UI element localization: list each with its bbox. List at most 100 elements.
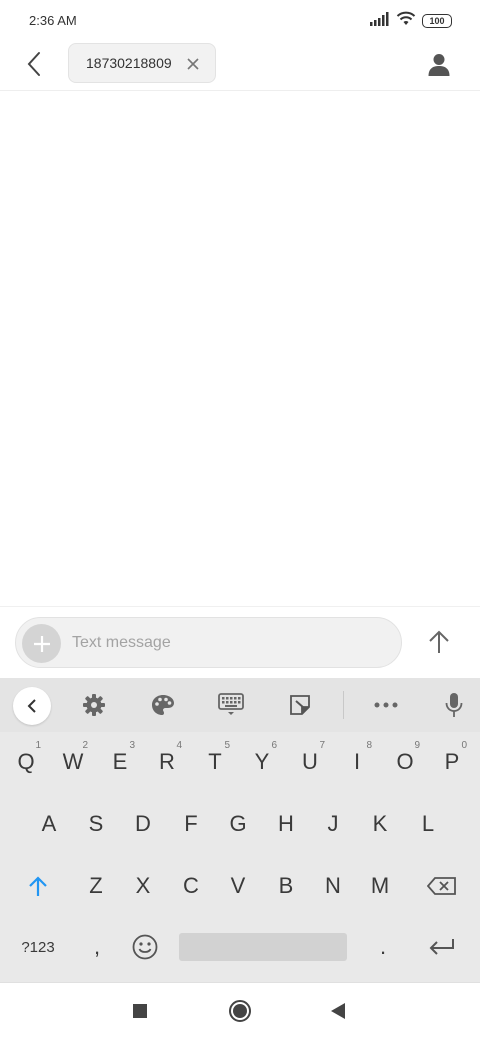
key-j[interactable]: J bbox=[310, 798, 356, 850]
key-q[interactable]: Q1 bbox=[3, 736, 49, 788]
message-input[interactable] bbox=[72, 629, 382, 657]
more-options-button[interactable] bbox=[368, 687, 404, 723]
enter-key[interactable] bbox=[416, 922, 468, 972]
comma-key[interactable]: , bbox=[74, 922, 120, 972]
key-hint: 4 bbox=[176, 740, 182, 751]
key-v[interactable]: V bbox=[215, 860, 261, 912]
key-hint: 6 bbox=[271, 740, 277, 751]
period-key[interactable]: . bbox=[360, 922, 406, 972]
mic-icon bbox=[445, 693, 463, 717]
arrow-up-icon bbox=[429, 630, 449, 653]
backspace-key[interactable] bbox=[414, 860, 470, 912]
keyboard-mode-button[interactable] bbox=[213, 687, 249, 723]
key-label: I bbox=[353, 749, 361, 774]
key-c[interactable]: C bbox=[168, 860, 214, 912]
signal-icon bbox=[370, 11, 390, 31]
shift-key[interactable] bbox=[12, 860, 64, 912]
message-list bbox=[0, 92, 480, 606]
backspace-icon bbox=[427, 877, 456, 895]
key-hint: 2 bbox=[82, 740, 88, 751]
key-hint: 7 bbox=[319, 740, 325, 751]
key-hint: 9 bbox=[414, 740, 420, 751]
status-icons: 100 bbox=[370, 11, 452, 31]
status-time: 2:36 AM bbox=[29, 13, 77, 28]
person-icon bbox=[428, 54, 450, 76]
key-o[interactable]: O9 bbox=[382, 736, 428, 788]
key-label: T bbox=[208, 749, 222, 774]
recents-button[interactable] bbox=[128, 999, 152, 1023]
key-d[interactable]: D bbox=[120, 798, 166, 850]
key-label: W bbox=[62, 749, 84, 774]
key-a[interactable]: A bbox=[26, 798, 72, 850]
toolbar-divider bbox=[343, 691, 344, 719]
keyboard: Q1 W2 E3 R4 T5 Y6 U7 I8 O9 P0 A S D F G … bbox=[0, 678, 480, 982]
key-label: O bbox=[396, 749, 414, 774]
battery-icon: 100 bbox=[422, 14, 452, 28]
wifi-icon bbox=[396, 11, 416, 31]
key-g[interactable]: G bbox=[215, 798, 261, 850]
gear-icon bbox=[83, 694, 105, 716]
key-h[interactable]: H bbox=[263, 798, 309, 850]
back-button[interactable] bbox=[18, 48, 50, 80]
recipient-chip[interactable]: 18730218809 bbox=[68, 43, 216, 83]
chevron-left-icon bbox=[27, 699, 36, 713]
key-label: Q bbox=[17, 749, 35, 774]
symbols-key[interactable]: ?123 bbox=[10, 922, 66, 972]
toolbar-collapse-button[interactable] bbox=[13, 687, 51, 725]
key-u[interactable]: U7 bbox=[287, 736, 333, 788]
key-hint: 3 bbox=[129, 740, 135, 751]
settings-button[interactable] bbox=[76, 687, 112, 723]
recipient-number: 18730218809 bbox=[86, 55, 172, 71]
remove-recipient-button[interactable] bbox=[185, 56, 201, 72]
more-icon bbox=[374, 702, 398, 708]
key-e[interactable]: E3 bbox=[97, 736, 143, 788]
key-label: Y bbox=[254, 749, 270, 774]
key-x[interactable]: X bbox=[120, 860, 166, 912]
key-hint: 8 bbox=[366, 740, 372, 751]
keyboard-toolbar bbox=[0, 678, 480, 732]
square-icon bbox=[133, 1004, 147, 1018]
close-icon bbox=[187, 58, 199, 70]
key-p[interactable]: P0 bbox=[429, 736, 475, 788]
contact-button[interactable] bbox=[422, 48, 456, 82]
key-s[interactable]: S bbox=[73, 798, 119, 850]
triangle-back-icon bbox=[331, 1003, 345, 1019]
send-button[interactable] bbox=[422, 625, 456, 659]
key-n[interactable]: N bbox=[310, 860, 356, 912]
key-w[interactable]: W2 bbox=[50, 736, 96, 788]
key-t[interactable]: T5 bbox=[192, 736, 238, 788]
theme-button[interactable] bbox=[145, 687, 181, 723]
keyboard-icon bbox=[218, 693, 244, 715]
chevron-left-icon bbox=[27, 52, 40, 76]
emoji-icon bbox=[132, 934, 158, 960]
circle-icon bbox=[229, 1000, 251, 1022]
key-label: R bbox=[159, 749, 175, 774]
enter-icon bbox=[429, 939, 454, 955]
home-button[interactable] bbox=[228, 999, 252, 1023]
key-z[interactable]: Z bbox=[73, 860, 119, 912]
emoji-key[interactable] bbox=[122, 922, 168, 972]
compose-field bbox=[15, 617, 402, 668]
key-i[interactable]: I8 bbox=[334, 736, 380, 788]
back-nav-button[interactable] bbox=[326, 999, 350, 1023]
voice-input-button[interactable] bbox=[436, 687, 472, 723]
key-hint: 1 bbox=[35, 740, 41, 751]
plus-icon bbox=[33, 635, 50, 652]
space-key[interactable] bbox=[179, 933, 347, 961]
palette-icon bbox=[152, 695, 174, 715]
attach-button[interactable] bbox=[22, 624, 61, 663]
key-r[interactable]: R4 bbox=[144, 736, 190, 788]
key-hint: 5 bbox=[224, 740, 230, 751]
shift-arrow-icon bbox=[29, 876, 47, 896]
key-k[interactable]: K bbox=[357, 798, 403, 850]
key-y[interactable]: Y6 bbox=[239, 736, 285, 788]
conversation-header: 18730218809 bbox=[0, 40, 480, 91]
key-label: E bbox=[112, 749, 128, 774]
key-m[interactable]: M bbox=[357, 860, 403, 912]
key-b[interactable]: B bbox=[263, 860, 309, 912]
key-label: P bbox=[444, 749, 460, 774]
compose-bar bbox=[0, 606, 480, 678]
key-l[interactable]: L bbox=[405, 798, 451, 850]
clipboard-button[interactable] bbox=[282, 687, 318, 723]
key-f[interactable]: F bbox=[168, 798, 214, 850]
